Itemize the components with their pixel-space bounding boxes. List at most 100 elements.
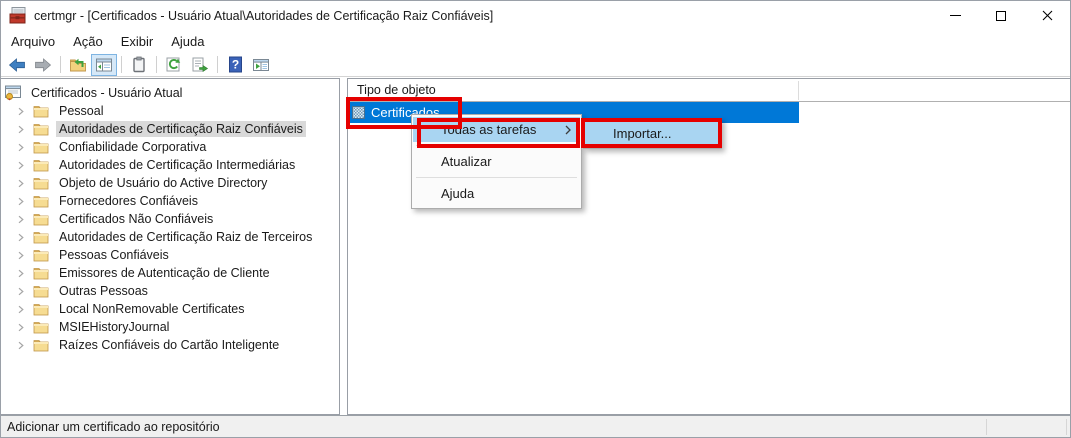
tree-item-label: Emissores de Autenticação de Cliente — [56, 265, 273, 281]
refresh-icon — [165, 56, 183, 73]
tree-item-label: Autoridades de Certificação Raiz de Terc… — [56, 229, 315, 245]
window-controls — [932, 1, 1070, 30]
chevron-right-icon[interactable] — [16, 179, 25, 188]
maximize-button[interactable] — [978, 1, 1024, 30]
tree-item-certificados-nao-confiaveis[interactable]: Certificados Não Confiáveis — [1, 210, 339, 228]
submenu-item-importar[interactable]: Importar... — [585, 121, 720, 146]
context-menu-separator — [416, 177, 577, 178]
context-menu-item-todas-as-tarefas[interactable]: Todas as tarefas — [413, 117, 580, 142]
tree-item-objeto-active-directory[interactable]: Objeto de Usuário do Active Directory — [1, 174, 339, 192]
export-list-icon — [191, 56, 209, 73]
toolbar-separator — [121, 56, 122, 73]
tree-item-confiabilidade-corporativa[interactable]: Confiabilidade Corporativa — [1, 138, 339, 156]
certmgr-app-icon — [9, 6, 28, 25]
refresh-button[interactable] — [161, 54, 187, 76]
chevron-right-icon[interactable] — [16, 143, 25, 152]
close-icon — [1042, 10, 1053, 21]
chevron-right-icon[interactable] — [16, 215, 25, 224]
folder-icon — [33, 231, 49, 244]
status-bar-divider — [1066, 419, 1067, 435]
show-hide-console-tree-button[interactable] — [91, 54, 117, 76]
chevron-right-icon[interactable] — [16, 323, 25, 332]
tree-item-autoridades-raiz-terceiros[interactable]: Autoridades de Certificação Raiz de Terc… — [1, 228, 339, 246]
minimize-button[interactable] — [932, 1, 978, 30]
folder-icon — [33, 267, 49, 280]
folder-icon — [33, 177, 49, 190]
status-bar: Adicionar um certificado ao repositório — [1, 415, 1070, 437]
console-tree-pane: Certificados - Usuário Atual Pessoal Aut… — [1, 78, 340, 415]
tree-item-label: Autoridades de Certificação Intermediári… — [56, 157, 298, 173]
column-header-tipo-de-objeto[interactable]: Tipo de objeto — [348, 79, 1070, 102]
context-menu-item-atualizar[interactable]: Atualizar — [413, 149, 580, 174]
paste-button[interactable] — [126, 54, 152, 76]
forward-button[interactable] — [30, 54, 56, 76]
up-one-level-button[interactable] — [65, 54, 91, 76]
forward-icon — [34, 57, 52, 73]
chevron-right-icon[interactable] — [16, 251, 25, 260]
toolbar-separator — [60, 56, 61, 73]
folder-icon — [33, 123, 49, 136]
menu-ajuda[interactable]: Ajuda — [162, 31, 213, 52]
back-icon — [8, 57, 26, 73]
action-pane-icon — [252, 57, 270, 73]
folder-icon — [33, 339, 49, 352]
context-menu-separator — [416, 145, 577, 146]
tree-item-raizes-cartao-inteligente[interactable]: Raízes Confiáveis do Cartão Inteligente — [1, 336, 339, 354]
chevron-right-icon[interactable] — [16, 341, 25, 350]
chevron-right-icon[interactable] — [16, 269, 25, 278]
tree-item-pessoal[interactable]: Pessoal — [1, 102, 339, 120]
folder-icon — [33, 321, 49, 334]
certificates-root-icon — [4, 85, 22, 101]
console-tree-icon — [95, 57, 113, 73]
tree-item-pessoas-confiaveis[interactable]: Pessoas Confiáveis — [1, 246, 339, 264]
column-divider[interactable] — [798, 81, 799, 100]
certmgr-window: certmgr - [Certificados - Usuário Atual\… — [0, 0, 1071, 438]
context-menu: Todas as tarefas Atualizar Ajuda — [411, 114, 582, 209]
up-one-level-icon — [69, 57, 87, 73]
tree-item-emissores-autenticacao-cliente[interactable]: Emissores de Autenticação de Cliente — [1, 264, 339, 282]
chevron-right-icon[interactable] — [16, 107, 25, 116]
tree-item-label: Confiabilidade Corporativa — [56, 139, 209, 155]
menu-exibir[interactable]: Exibir — [112, 31, 163, 52]
menu-arquivo[interactable]: Arquivo — [2, 31, 64, 52]
tree-item-label-selected: Autoridades de Certificação Raiz Confiáv… — [56, 121, 306, 137]
tree-item-local-nonremovable-certificates[interactable]: Local NonRemovable Certificates — [1, 300, 339, 318]
tree-item-label: Raízes Confiáveis do Cartão Inteligente — [56, 337, 282, 353]
svg-text:?: ? — [231, 58, 238, 72]
status-text: Adicionar um certificado ao repositório — [7, 420, 220, 434]
export-list-button[interactable] — [187, 54, 213, 76]
tree-item-fornecedores-confiaveis[interactable]: Fornecedores Confiáveis — [1, 192, 339, 210]
folder-icon — [33, 285, 49, 298]
submenu-item-label: Importar... — [613, 126, 672, 141]
context-menu-item-label: Ajuda — [441, 186, 474, 201]
context-menu-item-label: Todas as tarefas — [441, 122, 536, 137]
folder-icon — [33, 303, 49, 316]
folder-icon — [33, 213, 49, 226]
tree-item-msiehistoryjournal[interactable]: MSIEHistoryJournal — [1, 318, 339, 336]
tree-root-label: Certificados - Usuário Atual — [28, 85, 185, 101]
tree-root-certificados-usuario-atual[interactable]: Certificados - Usuário Atual — [1, 84, 339, 102]
title-bar: certmgr - [Certificados - Usuário Atual\… — [1, 1, 1070, 30]
show-hide-action-pane-button[interactable] — [248, 54, 274, 76]
tree-item-label: Outras Pessoas — [56, 283, 151, 299]
close-button[interactable] — [1024, 1, 1070, 30]
chevron-right-icon[interactable] — [16, 287, 25, 296]
back-button[interactable] — [4, 54, 30, 76]
context-submenu: Importar... — [583, 118, 722, 149]
tree-item-label: Pessoas Confiáveis — [56, 247, 172, 263]
help-button[interactable]: ? — [222, 54, 248, 76]
chevron-right-icon[interactable] — [16, 233, 25, 242]
tree-item-outras-pessoas[interactable]: Outras Pessoas — [1, 282, 339, 300]
context-menu-item-ajuda[interactable]: Ajuda — [413, 181, 580, 206]
chevron-right-icon[interactable] — [16, 125, 25, 134]
column-header-label: Tipo de objeto — [357, 83, 436, 97]
tree-item-autoridades-intermediarias[interactable]: Autoridades de Certificação Intermediári… — [1, 156, 339, 174]
chevron-right-icon[interactable] — [16, 161, 25, 170]
folder-icon — [33, 195, 49, 208]
chevron-right-icon[interactable] — [16, 197, 25, 206]
clipboard-icon — [130, 56, 148, 73]
chevron-right-icon[interactable] — [16, 305, 25, 314]
help-icon: ? — [227, 56, 244, 73]
menu-acao[interactable]: Ação — [64, 31, 112, 52]
tree-item-autoridades-raiz-confiaveis[interactable]: Autoridades de Certificação Raiz Confiáv… — [1, 120, 339, 138]
